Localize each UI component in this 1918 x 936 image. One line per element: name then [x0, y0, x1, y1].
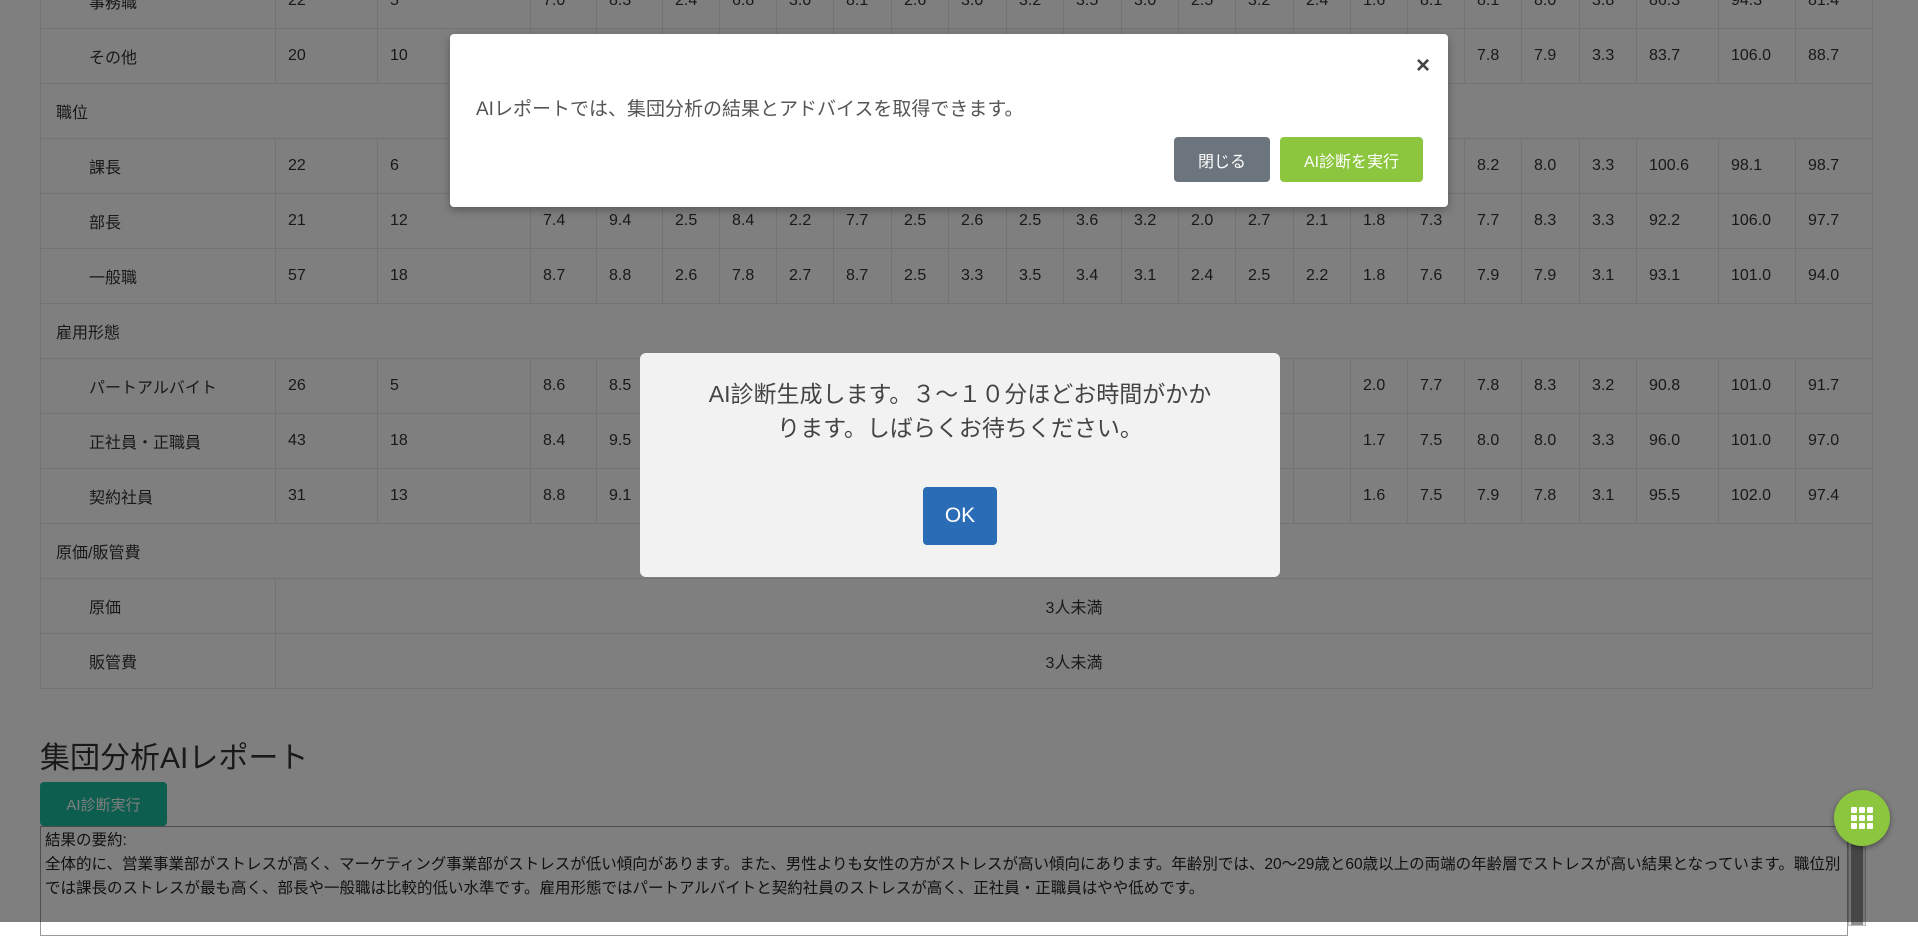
apps-menu-button[interactable] [1834, 790, 1890, 846]
ai-report-modal: AIレポートでは、集団分析の結果とアドバイスを取得できます。 × 閉じる AI診… [450, 34, 1448, 207]
alert-message: AI診断生成します。３～１０分ほどお時間がかかります。しばらくお待ちください。 [708, 381, 1212, 441]
run-ai-diagnosis-button[interactable]: AI診断を実行 [1280, 137, 1423, 182]
page: 事務職2257.08.32.46.83.08.12.63.03.23.53.02… [0, 0, 1918, 936]
grid-icon [1851, 807, 1873, 829]
close-button[interactable]: 閉じる [1174, 137, 1270, 182]
modal-message: AIレポートでは、集団分析の結果とアドバイスを取得できます。 [476, 99, 1024, 120]
processing-alert: AI診断生成します。３～１０分ほどお時間がかかります。しばらくお待ちください。 … [640, 353, 1280, 577]
close-icon[interactable]: × [1416, 54, 1430, 78]
ok-button[interactable]: OK [923, 487, 997, 545]
